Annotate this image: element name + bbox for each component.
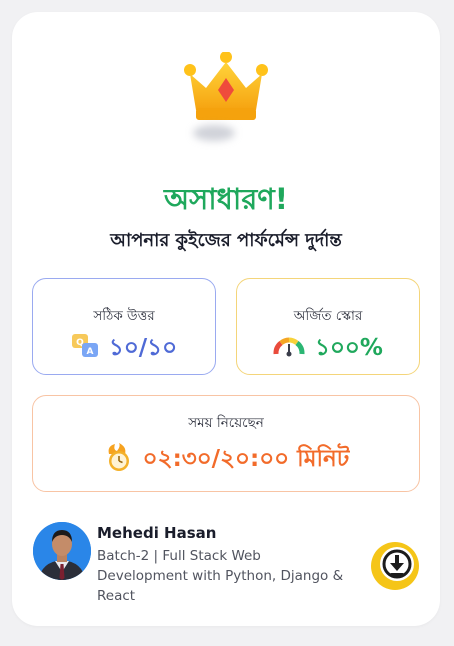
- avatar: [33, 522, 91, 580]
- result-card: অসাধারণ! আপনার কুইজের পার্ফর্মেন্স দুর্দ…: [12, 12, 440, 626]
- correct-answers-value: ১০/১০: [108, 335, 178, 361]
- crown-icon: [184, 51, 268, 124]
- correct-answers-card: সঠিক উত্তর Q A ১০/১০: [32, 278, 216, 375]
- time-taken-card: সময় নিয়েছেন ০২:৩০/২০:০০ মিনিট: [32, 395, 420, 492]
- score-value: ১০০%: [315, 335, 383, 361]
- crown-shadow: [193, 125, 235, 141]
- download-button[interactable]: [369, 540, 421, 592]
- svg-text:A: A: [86, 347, 93, 357]
- stopwatch-icon: [103, 442, 133, 478]
- time-taken-label: সময় নিয়েছেন: [188, 415, 264, 431]
- result-title: অসাধারণ!: [163, 182, 289, 216]
- download-icon: [371, 542, 419, 590]
- gauge-icon: [273, 335, 305, 363]
- score-card: অর্জিত স্কোর ১০০%: [236, 278, 420, 375]
- correct-answers-label: সঠিক উত্তর: [93, 308, 155, 324]
- time-taken-value: ০২:৩০/২০:০০ মিনিট: [142, 446, 350, 472]
- user-name: Mehedi Hasan: [97, 524, 217, 542]
- quiz-qa-icon: Q A: [71, 333, 99, 365]
- user-batch: Batch-2 | Full Stack Web Development wit…: [97, 548, 344, 604]
- result-subtitle: আপনার কুইজের পার্ফর্মেন্স দুর্দান্ত: [110, 230, 342, 251]
- score-label: অর্জিত স্কোর: [293, 308, 363, 324]
